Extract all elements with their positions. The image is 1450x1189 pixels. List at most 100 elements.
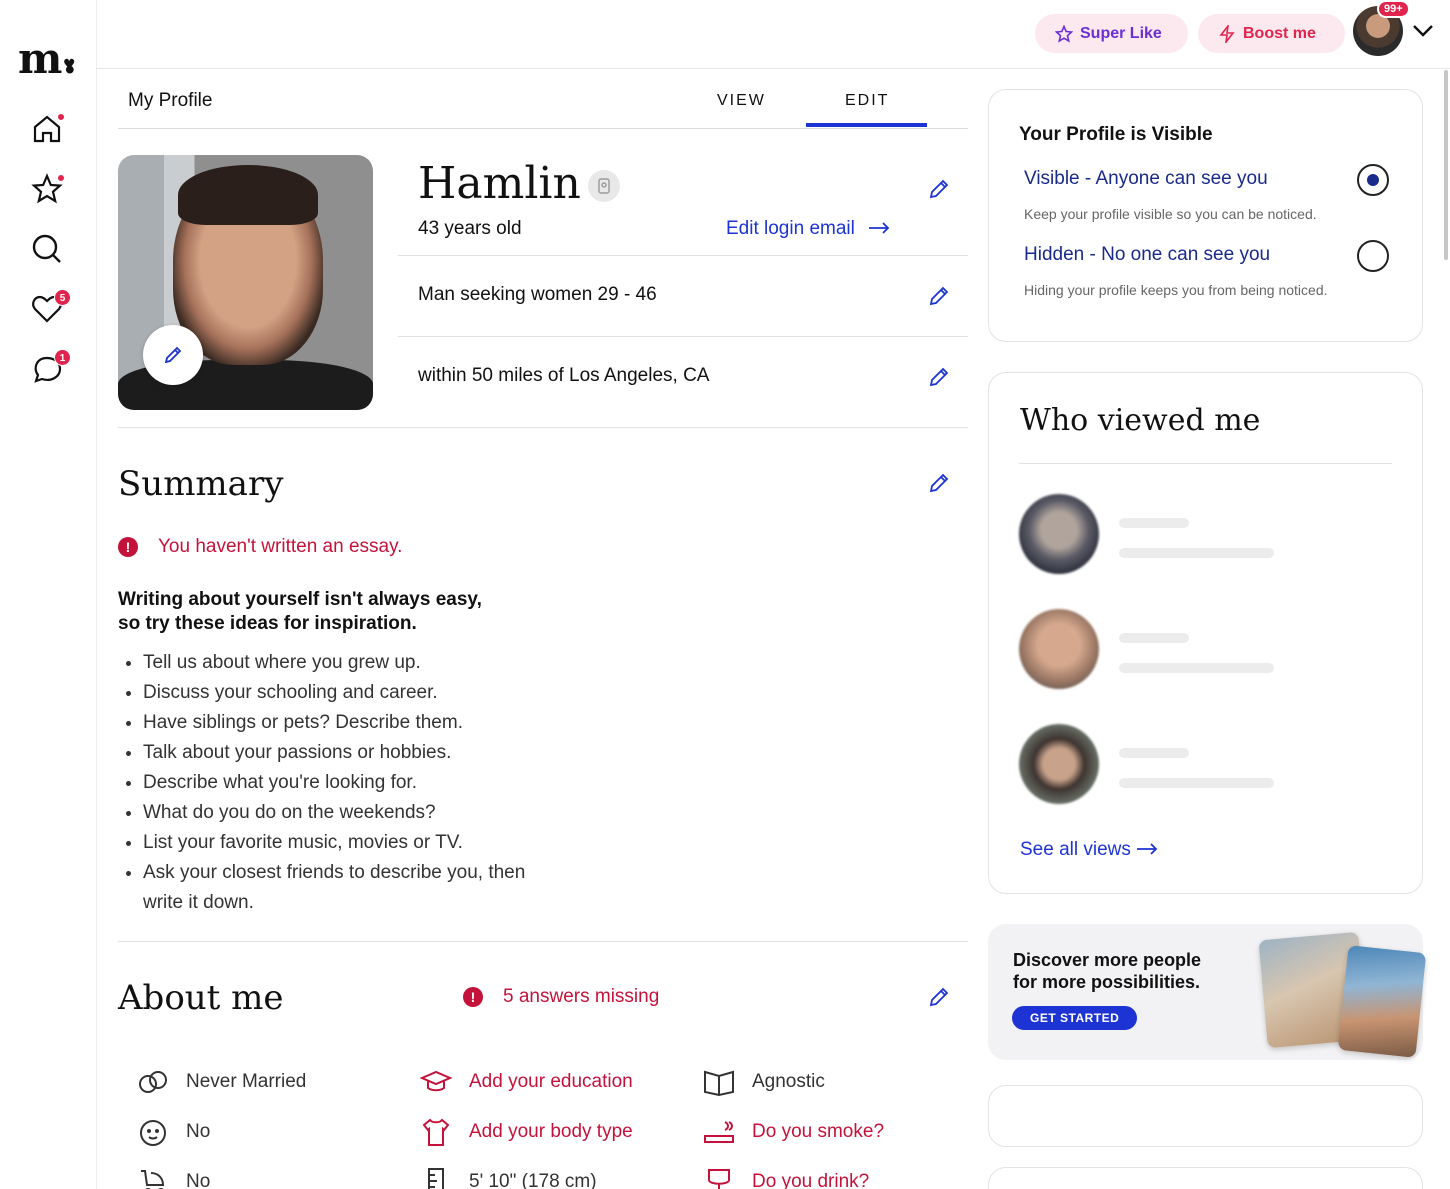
location-preference: within 50 miles of Los Angeles, CA — [418, 365, 710, 386]
about-item-body-type[interactable]: Add your body type — [419, 1115, 633, 1149]
skeleton-line — [1119, 633, 1189, 643]
divider — [398, 255, 968, 256]
hidden-radio[interactable] — [1357, 240, 1389, 272]
tab-edit[interactable]: EDIT — [845, 92, 889, 110]
home-icon[interactable] — [30, 112, 66, 146]
skeleton-line — [1119, 663, 1274, 673]
edit-name-pencil-icon[interactable] — [928, 178, 950, 200]
get-started-button[interactable]: GET STARTED — [1012, 1006, 1138, 1030]
promo-text: Discover more people for more possibilit… — [1013, 950, 1202, 992]
list-item: Have siblings or pets? Describe them. — [143, 708, 543, 738]
list-item: What do you do on the weekends? — [143, 798, 543, 828]
profile-name: Hamlin — [418, 158, 581, 209]
cigarette-icon — [702, 1115, 736, 1149]
viewer-avatar[interactable] — [1019, 724, 1099, 804]
arrow-right-icon — [1137, 843, 1158, 855]
edit-seeking-pencil-icon[interactable] — [928, 285, 950, 307]
about-item-marital-status[interactable]: Never Married — [136, 1065, 306, 1099]
chevron-down-icon[interactable] — [1412, 24, 1434, 38]
about-item-height[interactable]: 5' 10" (178 cm) — [419, 1165, 597, 1189]
star-outline-icon — [1055, 24, 1073, 43]
ideas-heading: Writing about yourself isn't always easy… — [118, 589, 482, 634]
list-item: Describe what you're looking for. — [143, 768, 543, 798]
list-item: Ask your closest friends to describe you… — [143, 858, 543, 918]
visible-option-description: Keep your profile visible so you can be … — [1024, 206, 1317, 222]
skeleton-line — [1119, 518, 1189, 528]
star-icon[interactable] — [30, 172, 66, 206]
notification-dot — [56, 173, 66, 183]
edit-about-pencil-icon[interactable] — [928, 986, 950, 1008]
brand-logo[interactable]: m. ♥ — [18, 38, 77, 80]
list-item: Discuss your schooling and career. — [143, 678, 543, 708]
pencil-icon — [164, 346, 182, 364]
list-item: Tell us about where you grew up. — [143, 648, 543, 678]
alert-icon: ! — [118, 537, 138, 557]
alert-icon: ! — [463, 987, 483, 1007]
visibility-title: Your Profile is Visible — [1019, 124, 1213, 145]
essay-warning: ! You haven't written an essay. — [118, 536, 402, 558]
couple-photo — [1337, 945, 1427, 1058]
likes-heart-icon[interactable]: 5 — [30, 289, 71, 326]
empty-card — [988, 1167, 1423, 1189]
skeleton-line — [1119, 778, 1274, 788]
hidden-option-description: Hiding your profile keeps you from being… — [1024, 282, 1328, 298]
about-item-education[interactable]: Add your education — [419, 1065, 633, 1099]
lightning-icon — [1219, 24, 1235, 43]
viewer-avatar[interactable] — [1019, 609, 1099, 689]
visible-radio[interactable] — [1357, 164, 1389, 196]
rings-icon — [136, 1065, 170, 1099]
glass-icon — [702, 1165, 736, 1189]
ideas-list: Tell us about where you grew up. Discuss… — [143, 648, 543, 918]
about-item-wants-kids[interactable]: No — [136, 1165, 210, 1189]
shirt-icon — [419, 1115, 453, 1149]
skeleton-line — [1119, 748, 1189, 758]
search-icon[interactable] — [30, 232, 64, 266]
see-all-views-link[interactable]: See all views — [1020, 839, 1158, 861]
who-viewed-title: Who viewed me — [1020, 403, 1261, 438]
hidden-option-label[interactable]: Hidden - No one can see you — [1024, 244, 1270, 266]
profile-tabs-bar: My Profile VIEW EDIT — [118, 70, 968, 129]
divider — [1019, 463, 1392, 464]
graduation-cap-icon — [419, 1065, 453, 1099]
likes-count-badge: 5 — [54, 289, 71, 306]
about-item-kids[interactable]: No — [136, 1115, 210, 1149]
tab-view[interactable]: VIEW — [717, 92, 766, 110]
edit-login-email-link[interactable]: Edit login email — [726, 218, 890, 240]
super-like-button[interactable]: Super Like — [1035, 14, 1188, 53]
summary-heading: Summary — [118, 464, 284, 504]
discover-promo-card: Discover more people for more possibilit… — [988, 924, 1427, 1060]
scrollbar[interactable] — [1444, 70, 1448, 260]
arrow-right-icon — [869, 222, 890, 234]
about-item-smoking[interactable]: Do you smoke? — [702, 1115, 884, 1149]
divider — [398, 336, 968, 337]
profile-photo[interactable] — [118, 155, 373, 410]
visibility-card: Your Profile is Visible Visible - Anyone… — [988, 89, 1423, 342]
active-tab-indicator — [806, 123, 927, 127]
stroller-icon — [136, 1165, 170, 1189]
visible-option-label[interactable]: Visible - Anyone can see you — [1024, 168, 1268, 190]
edit-location-pencil-icon[interactable] — [928, 366, 950, 388]
about-heading: About me — [118, 978, 284, 1018]
edit-photo-button[interactable] — [143, 325, 203, 385]
about-item-religion[interactable]: Agnostic — [702, 1065, 825, 1099]
seeking-preference: Man seeking women 29 - 46 — [418, 284, 657, 305]
messages-icon[interactable]: 1 — [30, 349, 71, 386]
list-item: Talk about your passions or hobbies. — [143, 738, 543, 768]
messages-count-badge: 1 — [54, 349, 71, 366]
heart-icon: ♥ — [63, 57, 76, 73]
edit-summary-pencil-icon[interactable] — [928, 472, 950, 494]
notification-dot — [56, 112, 66, 122]
ruler-icon — [419, 1165, 453, 1189]
about-item-drinking[interactable]: Do you drink? — [702, 1165, 869, 1189]
notifications-badge: 99+ — [1377, 0, 1410, 18]
page-title: My Profile — [128, 90, 213, 111]
skeleton-line — [1119, 548, 1274, 558]
boost-me-button[interactable]: Boost me — [1198, 14, 1345, 53]
profile-age: 43 years old — [418, 218, 522, 239]
list-item: List your favorite music, movies or TV. — [143, 828, 543, 858]
viewer-avatar[interactable] — [1019, 494, 1099, 574]
left-nav: m. ♥ 5 1 — [0, 0, 97, 1189]
answers-missing-warning: ! 5 answers missing — [463, 986, 659, 1008]
top-bar: Super Like Boost me 99+ — [97, 0, 1450, 69]
verify-badge-icon[interactable] — [588, 170, 620, 202]
